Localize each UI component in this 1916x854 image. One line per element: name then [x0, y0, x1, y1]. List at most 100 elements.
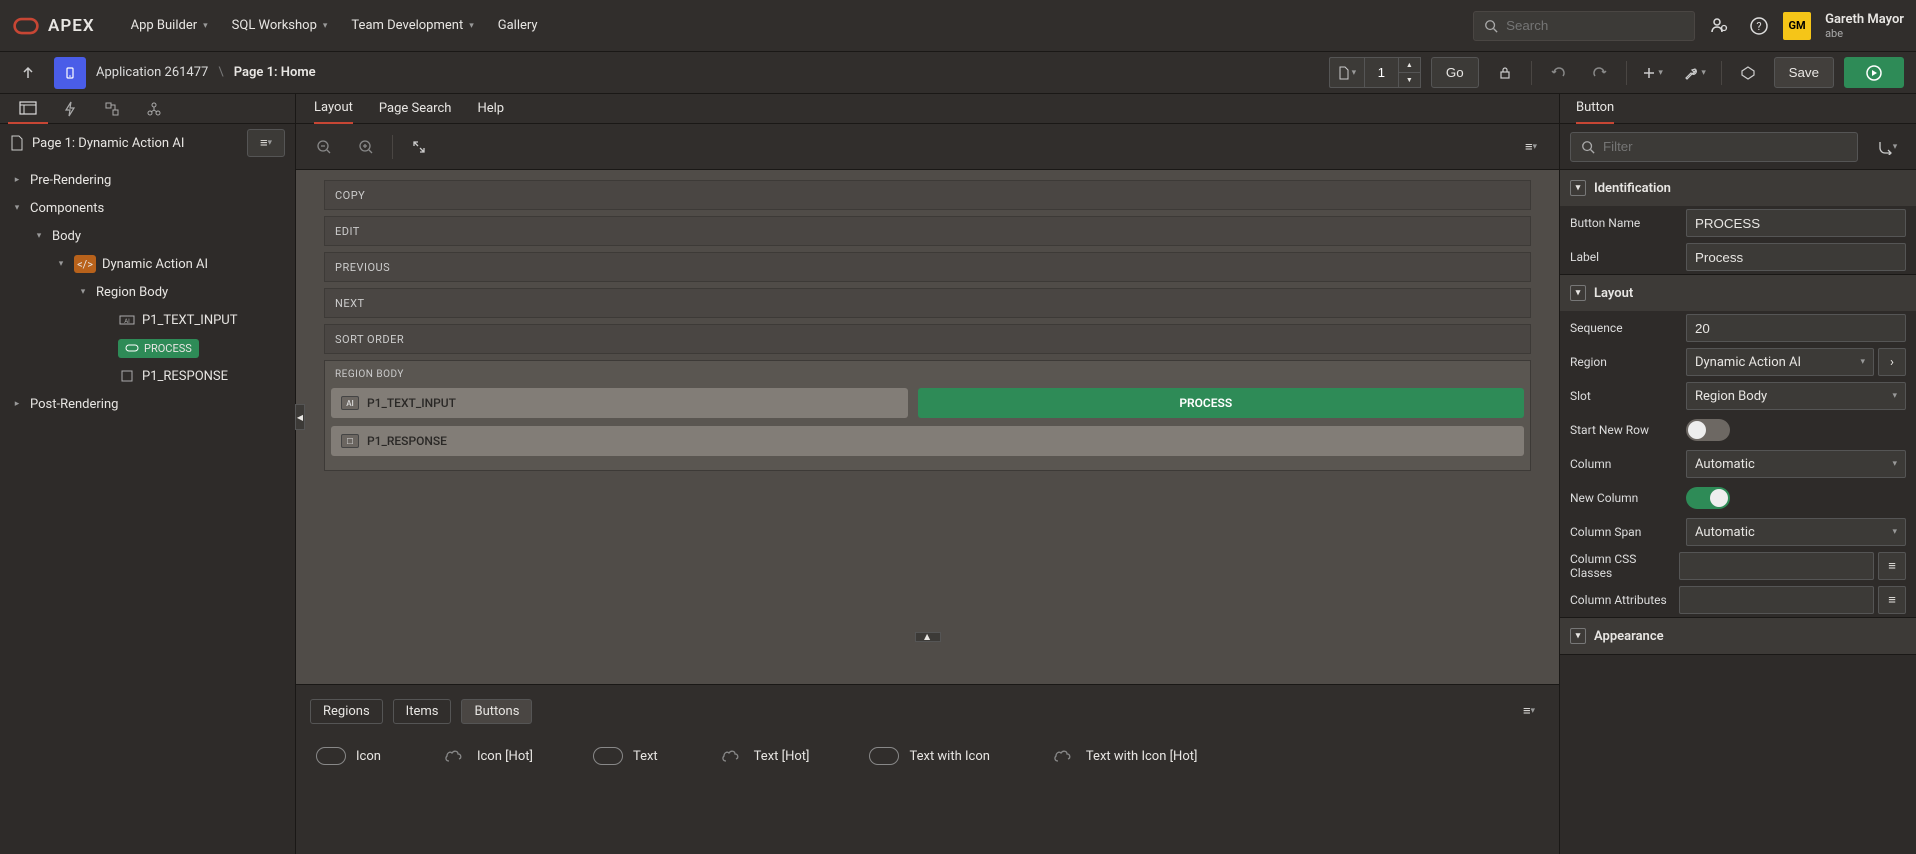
search-icon — [1484, 19, 1498, 33]
layout-item-response[interactable]: ☐P1_RESPONSE — [331, 426, 1524, 456]
layout-region-body[interactable]: REGION BODY AIP1_TEXT_INPUT PROCESS ☐P1_… — [324, 360, 1531, 471]
brand: APEX — [48, 16, 95, 36]
svg-text:AI: AI — [124, 318, 130, 325]
user-avatar[interactable]: GM — [1783, 12, 1811, 40]
app-icon[interactable] — [54, 57, 86, 89]
column-select[interactable]: Automatic▾ — [1686, 450, 1906, 478]
section-identification[interactable]: ▾Identification — [1560, 170, 1916, 206]
breadcrumb-app[interactable]: Application 261477 — [96, 65, 208, 80]
left-tab-rendering[interactable] — [8, 94, 48, 124]
tree-region-body[interactable]: ▾Region Body — [0, 278, 295, 306]
gallery-tab-regions[interactable]: Regions — [310, 699, 383, 724]
save-button[interactable]: Save — [1774, 57, 1834, 88]
search-icon — [1581, 140, 1595, 154]
tree-item-process[interactable]: PROCESS — [0, 334, 295, 362]
region-goto[interactable]: › — [1878, 348, 1906, 376]
tree-post-rendering[interactable]: ▸Post-Rendering — [0, 390, 295, 418]
property-filter[interactable] — [1570, 132, 1858, 162]
gallery-btn-icon[interactable]: Icon — [316, 745, 381, 767]
slot-next[interactable]: NEXT — [324, 288, 1531, 318]
layout-item-text-input[interactable]: AIP1_TEXT_INPUT — [331, 388, 908, 418]
gallery-btn-icon-hot[interactable]: Icon [Hot] — [441, 745, 533, 767]
menu-gallery[interactable]: Gallery — [498, 18, 538, 33]
go-button[interactable]: Go — [1431, 57, 1479, 88]
left-tab-dynamic[interactable] — [50, 94, 90, 124]
gallery-menu[interactable]: ≡▾ — [1513, 695, 1545, 727]
help-icon[interactable]: ? — [1743, 10, 1775, 42]
sequence-input[interactable] — [1686, 314, 1906, 342]
run-button[interactable] — [1844, 57, 1904, 88]
tree-components[interactable]: ▾Components — [0, 194, 295, 222]
menu-app-builder[interactable]: App Builder▾ — [131, 18, 208, 33]
undo-icon[interactable] — [1542, 57, 1574, 89]
user-info[interactable]: Gareth Mayor abe — [1825, 12, 1904, 40]
gallery-btn-text-with-icon[interactable]: Text with Icon — [869, 745, 989, 767]
up-icon[interactable] — [12, 57, 44, 89]
region-select[interactable]: Dynamic Action AI▾ — [1686, 348, 1874, 376]
breadcrumb: Application 261477 \ Page 1: Home — [96, 65, 316, 80]
property-mode[interactable]: ▾ — [1868, 132, 1906, 162]
page-icon — [10, 135, 24, 151]
gallery-btn-text-with-icon-hot[interactable]: Text with Icon [Hot] — [1050, 745, 1198, 767]
create-icon[interactable]: ▾ — [1637, 57, 1669, 89]
column-span-select[interactable]: Automatic▾ — [1686, 518, 1906, 546]
tree-body[interactable]: ▾Body — [0, 222, 295, 250]
section-layout[interactable]: ▾Layout — [1560, 275, 1916, 311]
tree-menu[interactable]: ≡▾ — [247, 129, 285, 157]
gallery-btn-text-hot[interactable]: Text [Hot] — [718, 745, 810, 767]
gallery-btn-text[interactable]: Text — [593, 745, 658, 767]
gallery-tab-buttons[interactable]: Buttons — [461, 699, 532, 724]
col-css-list[interactable]: ≡ — [1878, 552, 1906, 580]
svg-text:?: ? — [1756, 20, 1761, 33]
start-new-row-toggle[interactable] — [1686, 419, 1730, 441]
menu-sql-workshop[interactable]: SQL Workshop▾ — [232, 18, 328, 33]
global-search[interactable] — [1473, 11, 1695, 41]
tree-item-response[interactable]: P1_RESPONSE — [0, 362, 295, 390]
tree-item-text-input[interactable]: AIP1_TEXT_INPUT — [0, 306, 295, 334]
button-name-input[interactable] — [1686, 209, 1906, 237]
tree-region[interactable]: ▾</>Dynamic Action AI — [0, 250, 295, 278]
page-down[interactable]: ▼ — [1399, 73, 1420, 87]
center-tab-search[interactable]: Page Search — [379, 94, 452, 124]
oracle-logo[interactable] — [12, 12, 40, 40]
label-input[interactable] — [1686, 243, 1906, 271]
center-tab-layout[interactable]: Layout — [314, 94, 353, 124]
slot-edit[interactable]: EDIT — [324, 216, 1531, 246]
col-css-input[interactable] — [1679, 552, 1874, 580]
right-tab-button[interactable]: Button — [1576, 94, 1614, 124]
slot-sort-order[interactable]: SORT ORDER — [324, 324, 1531, 354]
tree-pre-rendering[interactable]: ▸Pre-Rendering — [0, 166, 295, 194]
utilities-icon[interactable]: ▾ — [1679, 57, 1711, 89]
collapse-bottom-icon[interactable]: ◀ — [915, 632, 941, 642]
page-number-input[interactable] — [1364, 57, 1399, 88]
new-column-toggle[interactable] — [1686, 487, 1730, 509]
shared-icon[interactable] — [1732, 57, 1764, 89]
page-selector[interactable]: ▾ ▲▼ — [1329, 57, 1421, 88]
redo-icon[interactable] — [1584, 57, 1616, 89]
search-input[interactable] — [1506, 18, 1684, 33]
slot-select[interactable]: Region Body▾ — [1686, 382, 1906, 410]
expand-icon[interactable] — [403, 131, 435, 163]
col-attr-list[interactable]: ≡ — [1878, 586, 1906, 614]
col-attr-input[interactable] — [1679, 586, 1874, 614]
page-up[interactable]: ▲ — [1399, 58, 1420, 73]
breadcrumb-page: Page 1: Home — [234, 65, 316, 80]
slot-previous[interactable]: PREVIOUS — [324, 252, 1531, 282]
lock-icon[interactable] — [1489, 57, 1521, 89]
layout-menu[interactable]: ≡▾ — [1515, 131, 1547, 163]
zoom-out-icon[interactable] — [308, 131, 340, 163]
page-type-dd[interactable]: ▾ — [1329, 57, 1364, 88]
menu-team-dev[interactable]: Team Development▾ — [351, 18, 473, 33]
zoom-in-icon[interactable] — [350, 131, 382, 163]
admin-icon[interactable] — [1703, 10, 1735, 42]
section-appearance[interactable]: ▾Appearance — [1560, 618, 1916, 654]
tree-page-title[interactable]: Page 1: Dynamic Action AI — [32, 136, 239, 151]
layout-item-process[interactable]: PROCESS — [918, 388, 1525, 418]
filter-input[interactable] — [1603, 139, 1847, 154]
left-tab-shared[interactable] — [134, 94, 174, 124]
slot-copy[interactable]: COPY — [324, 180, 1531, 210]
center-tab-help[interactable]: Help — [477, 94, 504, 124]
collapse-left-icon[interactable]: ◀ — [295, 404, 305, 430]
left-tab-processing[interactable] — [92, 94, 132, 124]
gallery-tab-items[interactable]: Items — [393, 699, 452, 724]
